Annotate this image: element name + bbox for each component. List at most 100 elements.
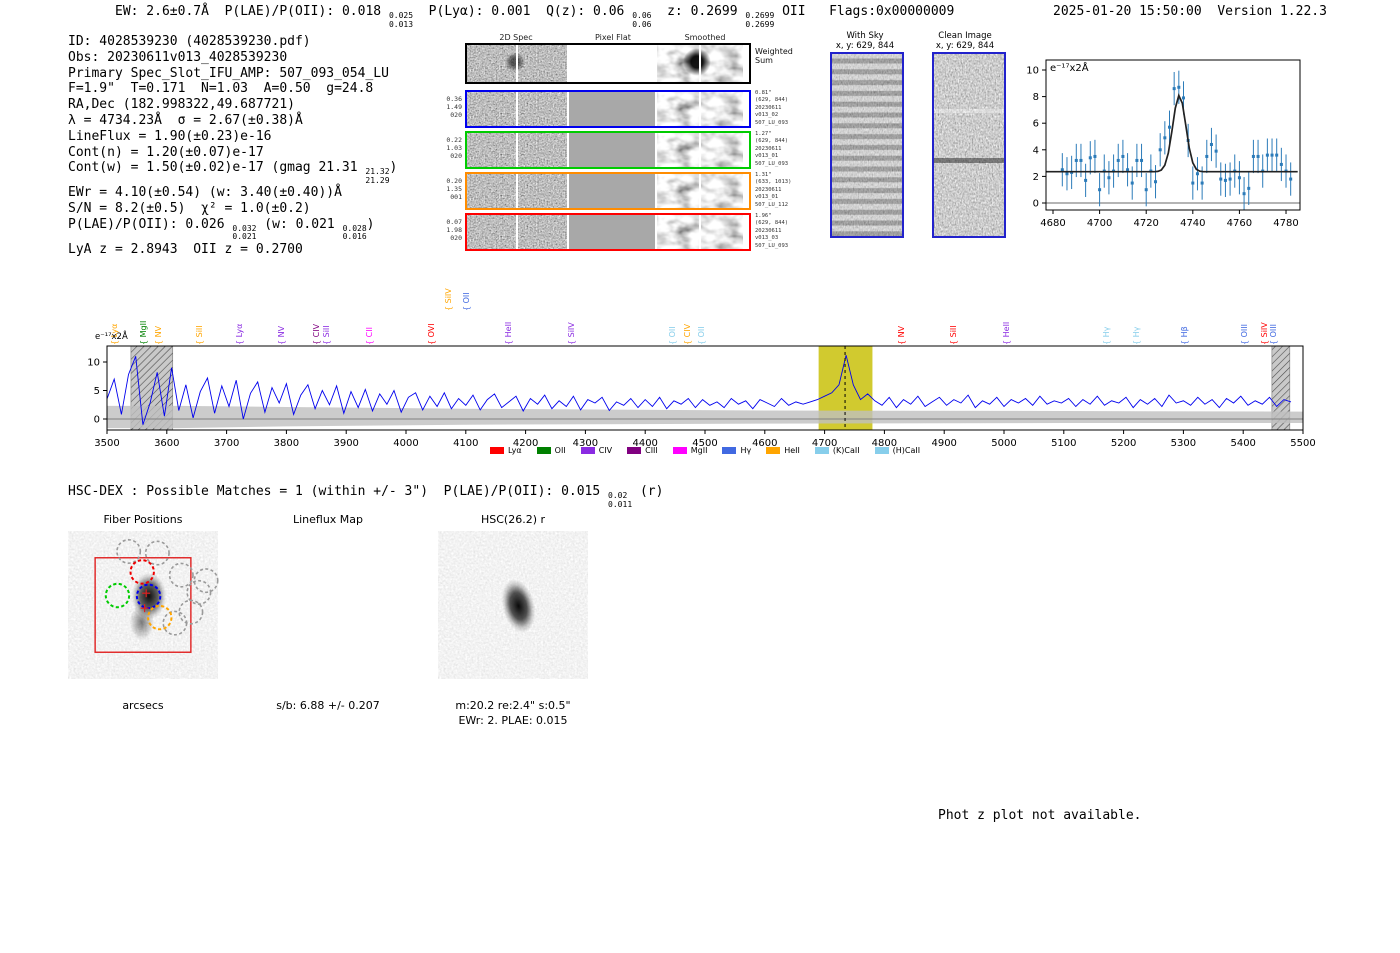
- info-line: Cont(n) = 1.20(±0.07)e-17: [68, 144, 264, 160]
- fiber-circle-unused: [168, 562, 194, 588]
- legend-item: Hγ: [722, 446, 751, 455]
- full-spectrum-plot: 3500 3600 3700 3800 3900 4000 4100 4200 4300 4400…: [60, 338, 1350, 450]
- spec2d-row: [465, 172, 751, 210]
- data-point: [1209, 142, 1213, 146]
- spec2d-rows: 0.36 1.49 020 0.81" (629, 844) 20230611 v013_0…: [446, 33, 845, 255]
- legend-label: MgII: [690, 446, 708, 455]
- data-point: [1279, 162, 1283, 166]
- header-timestamp-version: 2025-01-20 15:50:00 Version 1.22.3: [1053, 4, 1327, 19]
- legend-label: Lyα: [507, 446, 522, 455]
- info-line: Primary Spec_Slot_IFU_AMP: 507_093_054_L…: [68, 65, 389, 81]
- fiber-circle-unused: [193, 568, 219, 594]
- info-line: RA,Dec (182.998322,49.687721): [68, 97, 295, 113]
- info-line: F=1.9" T=0.171 N=1.03 A=0.50 g=24.8: [68, 81, 374, 97]
- data-point: [1163, 136, 1167, 140]
- data-point: [1256, 154, 1260, 158]
- stacked-uncertainty: 0.2699 0.2699: [745, 11, 775, 29]
- data-point: [1079, 158, 1083, 162]
- y-tick-label: 10: [87, 358, 100, 369]
- data-point: [1265, 153, 1269, 157]
- spec2d-cell: [467, 174, 567, 208]
- clean-image: [932, 52, 1006, 238]
- legend-label: OII: [554, 446, 566, 455]
- legend-label: CIV: [598, 446, 613, 455]
- stacked-uncertainty: 21.32 21.29: [365, 167, 390, 185]
- data-point: [1088, 156, 1092, 160]
- hsc-caption-2: EWr: 2. PLAE: 0.015: [458, 714, 568, 727]
- x-tick-label: 4780: [1273, 218, 1298, 229]
- info-line: EWr = 4.10(±0.54) (w: 3.40(±0.40))Å: [68, 185, 342, 201]
- fiber-circle: [104, 582, 131, 609]
- info-line: LineFlux = 1.90(±0.23)e-16: [68, 128, 272, 144]
- y-tick-label: 2: [1033, 172, 1039, 183]
- legend-item: CIV: [580, 446, 613, 455]
- data-point: [1154, 180, 1158, 184]
- fiber-circle-unused: [144, 540, 170, 566]
- stacked-uncertainty: 0.02 0.011: [608, 491, 633, 509]
- zoomed-line-plot: 4680 4700 4720 4740 4760 4780 0 2 4 6 8 10 e⁻¹⁷x2Å: [1010, 50, 1310, 250]
- gaussian-fit-line: [1046, 93, 1298, 173]
- spec2d-row-annotation: 1.31" (633, 1013) 20230611 v013_01 507_LU_11…: [755, 172, 792, 208]
- data-point: [1060, 168, 1064, 172]
- legend-swatch: [536, 447, 551, 454]
- spec2d-cell: [657, 174, 743, 208]
- fiber-positions-overlay: [94, 538, 219, 653]
- legend-swatch: [722, 447, 737, 454]
- data-point: [1130, 181, 1134, 185]
- spec2d-cell: [467, 215, 567, 249]
- with-sky-title: With Sky x, y: 629, 844: [835, 31, 895, 51]
- y-tick-label: 0: [94, 415, 100, 426]
- hsc-cutout-panel: [426, 524, 601, 719]
- data-point: [1158, 148, 1162, 152]
- legend-swatch: [580, 447, 595, 454]
- detection-info-block: ID: 4028539230 (4028539230.pdf) Obs: 2023…: [68, 34, 397, 258]
- data-point: [1107, 176, 1111, 180]
- legend-item: HeII: [766, 446, 800, 455]
- legend-swatch: [814, 447, 829, 454]
- data-point: [1191, 181, 1195, 185]
- data-point: [1177, 85, 1181, 89]
- y-tick-label: 8: [1033, 92, 1039, 103]
- legend-item: OII: [536, 446, 566, 455]
- data-point: [1237, 176, 1241, 180]
- fiber-circle: [135, 583, 162, 610]
- data-point: [1116, 158, 1120, 162]
- spec2d-cell: [657, 215, 743, 249]
- legend-swatch: [489, 447, 504, 454]
- data-point: [1270, 153, 1274, 157]
- data-point: [1181, 96, 1185, 100]
- info-line: LyA z = 2.8943 OII z = 0.2700: [68, 241, 303, 257]
- with-sky-image: [830, 52, 904, 238]
- stacked-uncertainty: 0.025 0.013: [388, 11, 414, 29]
- spec2d-row-left-values: 0.07 1.98 020: [446, 218, 462, 242]
- data-point: [1093, 154, 1097, 158]
- y-tick-label: 6: [1033, 119, 1039, 130]
- line-id-label: { OII: [462, 292, 472, 311]
- x-tick-label: 4680: [1040, 218, 1065, 229]
- lineflux-map-overlay: [241, 524, 416, 719]
- spec2d-row-annotation: 1.27" (629, 844) 20230611 v013_01 507_LU_093: [755, 131, 789, 167]
- fiber-circle: [129, 559, 155, 585]
- x-tick-label: 4700: [1087, 218, 1112, 229]
- line-id-label: { SiIV: [444, 288, 454, 311]
- data-point: [1223, 178, 1227, 182]
- data-point: [1289, 177, 1293, 181]
- stacked-uncertainty: 0.06 0.06: [632, 11, 652, 29]
- spec2d-row-annotation: 1.96" (629, 844) 20230611 v013_03 507_LU_093: [755, 213, 789, 249]
- legend-swatch: [874, 447, 889, 454]
- fiber-xaxis-label: arcsecs: [122, 699, 164, 712]
- fiber-circle-unused: [116, 538, 142, 564]
- catalog-match-table: [68, 772, 528, 907]
- data-point: [1205, 154, 1209, 158]
- legend-label: Hγ: [740, 446, 752, 455]
- spec2d-row-left-values: 0.22 1.03 020: [446, 136, 462, 160]
- y-tick-label: 10: [1026, 66, 1039, 77]
- hsc-caption-1: m:20.2 re:2.4" s:0.5": [455, 699, 571, 712]
- info-line: S/N = 8.2(±0.5) χ² = 1.0(±0.2): [68, 201, 311, 217]
- data-point: [1140, 158, 1144, 162]
- data-point: [1242, 192, 1246, 196]
- noise-band: [107, 405, 1303, 429]
- spec2d-row: [465, 213, 751, 251]
- data-point: [1074, 158, 1078, 162]
- spec2d-cell: [569, 92, 655, 126]
